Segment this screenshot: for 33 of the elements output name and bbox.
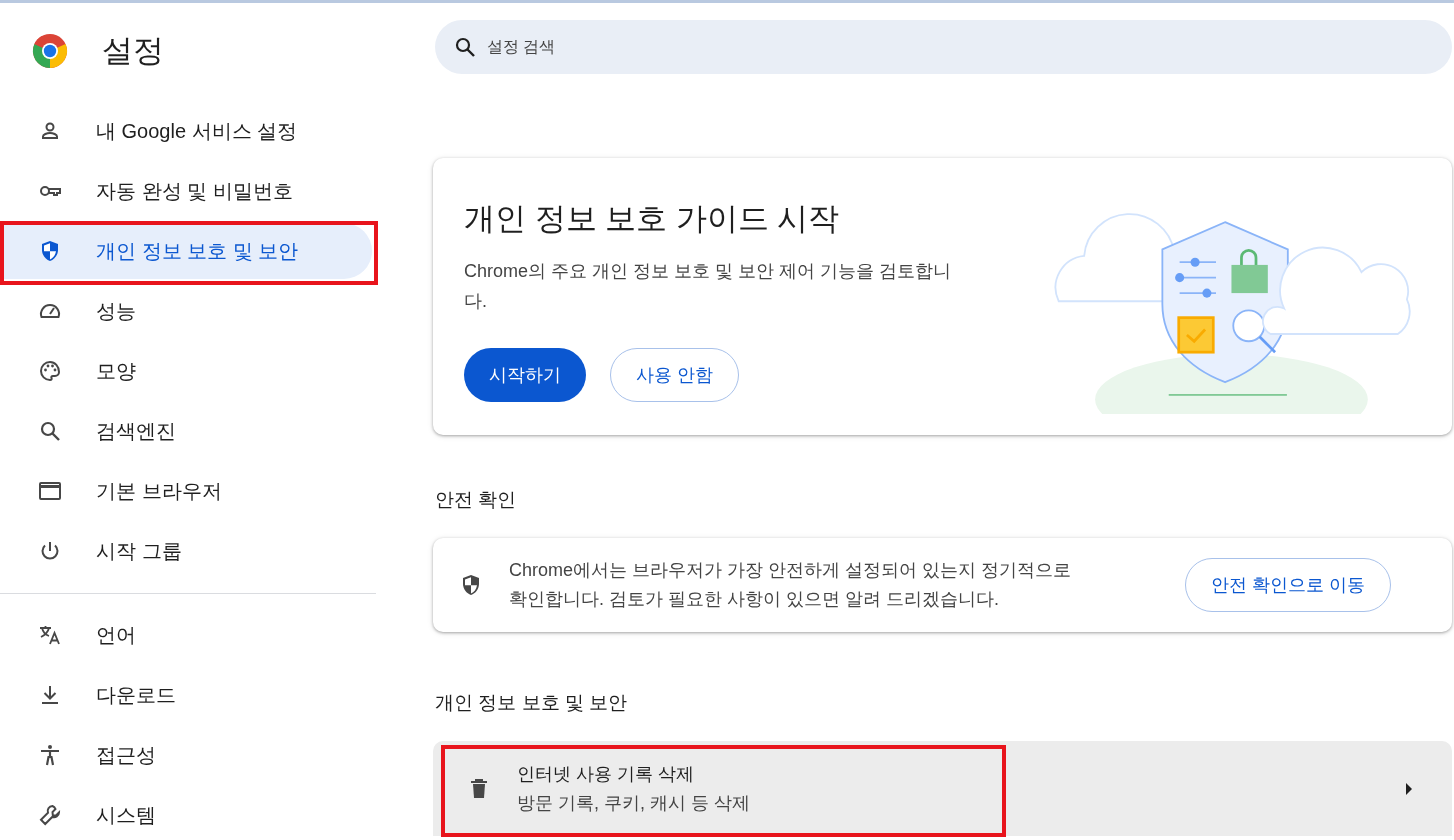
sidebar-item[interactable]: 내 Google 서비스 설정: [0, 103, 372, 159]
row-title: 인터넷 사용 기록 삭제: [517, 763, 695, 786]
wrench-icon: [38, 803, 62, 827]
caret-icon: [1404, 781, 1414, 796]
dismiss-button[interactable]: 사용 안함: [610, 348, 739, 402]
browser-logo-icon: [32, 33, 68, 69]
row-subtitle: 방문 기록, 쿠키, 캐시 등 삭제: [517, 792, 751, 815]
accessibility-icon: [38, 743, 62, 767]
safety-check-button[interactable]: 안전 확인으로 이동: [1185, 558, 1391, 612]
sidebar-item[interactable]: 다운로드: [0, 667, 372, 723]
browser-window-icon: [38, 479, 62, 503]
card-description: Chrome의 주요 개인 정보 보호 및 보안 제어 기능을 검토합니다.: [464, 260, 953, 313]
search-field[interactable]: 설정 검색: [435, 20, 1452, 74]
sidebar-item[interactable]: 자동 완성 및 비밀번호: [0, 163, 372, 219]
sidebar-item[interactable]: 검색엔진: [0, 403, 372, 459]
page-title: 설정: [102, 32, 164, 70]
translate-icon: [38, 623, 62, 647]
search-icon: [38, 419, 62, 443]
sidebar-item[interactable]: 성능: [0, 283, 372, 339]
search-icon: [453, 35, 477, 59]
sidebar-item[interactable]: 시작 그룹: [0, 523, 372, 579]
safety-check-text: Chrome에서는 브라우저가 가장 안전하게 설정되어 있는지 정기적으로 확인합니다. 검토가 필요한 사항이 있으면 알려 드리겠습니다.: [509, 559, 1073, 611]
sidebar-item[interactable]: 모양: [0, 343, 372, 399]
sidebar-item[interactable]: 접근성: [0, 727, 372, 783]
sidebar-item[interactable]: 기본 브라우저: [0, 463, 372, 519]
section-heading: 안전 확인: [435, 488, 518, 512]
section-heading: 개인 정보 보호 및 보안: [435, 691, 629, 715]
start-button[interactable]: 시작하기: [464, 348, 586, 402]
sidebar-item[interactable]: 언어: [0, 607, 372, 663]
sidebar-item[interactable]: 시스템: [0, 787, 372, 840]
palette-icon: [38, 359, 62, 383]
settings-row[interactable]: 인터넷 사용 기록 삭제 방문 기록, 쿠키, 캐시 등 삭제: [433, 741, 1452, 836]
card-title: 개인 정보 보호 가이드 시작: [464, 200, 841, 238]
